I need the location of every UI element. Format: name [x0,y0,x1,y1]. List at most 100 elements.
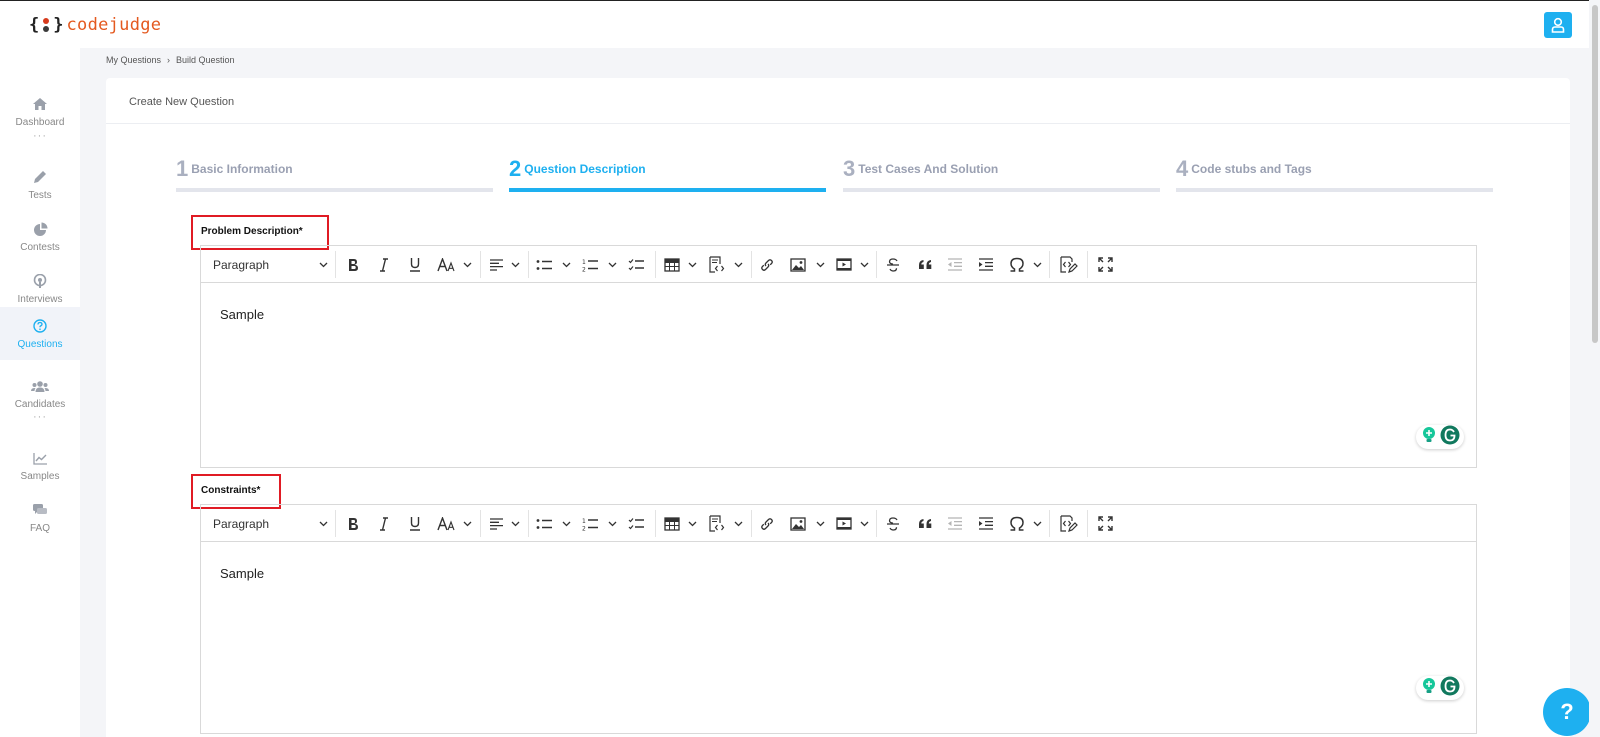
step-progress-bar [176,188,493,192]
numbered-list-button[interactable]: 12 [578,505,602,542]
format-dropdown-button[interactable] [311,505,335,542]
lightbulb-icon[interactable] [1421,426,1437,449]
step-test-cases[interactable]: 3 Test Cases And Solution [843,156,1160,192]
step-progress-bar [843,188,1160,192]
source-edit-button[interactable] [1056,246,1080,283]
grammarly-widget[interactable] [1416,676,1464,700]
link-button[interactable] [755,246,779,283]
step-code-stubs[interactable]: 4 Code stubs and Tags [1176,156,1493,192]
font-size-dropdown-button[interactable] [455,246,479,283]
numbered-list-dropdown-button[interactable] [600,505,624,542]
italic-button[interactable] [372,505,396,542]
user-profile-button[interactable] [1544,12,1572,38]
todo-list-icon [628,258,645,271]
blockquote-button[interactable] [913,246,937,283]
svg-text:1: 1 [582,518,586,525]
grammarly-icon[interactable] [1440,676,1460,701]
bulleted-list-dropdown-button[interactable] [554,246,578,283]
chevron-down-icon [1033,262,1042,268]
blockquote-icon [918,259,933,270]
font-size-dropdown-button[interactable] [455,505,479,542]
code-block-dropdown-button[interactable] [726,505,750,542]
link-button[interactable] [755,505,779,542]
code-block-button[interactable] [704,246,728,283]
image-icon [790,516,806,531]
source-edit-icon [1059,515,1078,532]
todo-list-button[interactable] [624,505,648,542]
align-left-icon [489,517,504,530]
todo-list-button[interactable] [624,246,648,283]
indent-button[interactable] [974,505,998,542]
home-icon [31,95,49,113]
code-block-dropdown-button[interactable] [726,246,750,283]
strikethrough-button[interactable] [881,505,905,542]
constraints-editor: Paragraph 12 Sample [200,504,1477,734]
blockquote-icon [918,518,933,529]
numbered-list-button[interactable]: 12 [578,246,602,283]
breadcrumb-my-questions[interactable]: My Questions [106,55,161,65]
fullscreen-button[interactable] [1093,246,1117,283]
step-basic-information[interactable]: 1 Basic Information [176,156,493,192]
chevron-down-icon [319,262,328,268]
toolbar-separator [655,251,656,278]
blockquote-button[interactable] [913,505,937,542]
insert-image-button[interactable] [786,246,810,283]
chevron-down-icon [608,521,617,527]
sidebar-item-questions[interactable]: Questions [0,307,80,360]
lightbulb-icon[interactable] [1421,677,1437,700]
strikethrough-button[interactable] [881,246,905,283]
source-edit-button[interactable] [1056,505,1080,542]
chevron-down-icon [1033,521,1042,527]
grammarly-widget[interactable] [1416,425,1464,449]
underline-button[interactable] [403,246,427,283]
scrollbar-thumb[interactable] [1592,5,1598,343]
numbered-list-icon: 12 [582,258,599,272]
media-dropdown-button[interactable] [852,246,876,283]
special-characters-dropdown-button[interactable] [1025,246,1049,283]
insert-image-button[interactable] [786,505,810,542]
sidebar-item-tests[interactable]: Tests [0,158,80,211]
chevron-down-icon [463,262,472,268]
italic-button[interactable] [372,246,396,283]
svg-text:1: 1 [582,259,586,266]
breadcrumb: My Questions › Build Question [106,55,235,65]
table-icon [664,516,680,531]
grammarly-icon[interactable] [1440,425,1460,450]
table-dropdown-button[interactable] [680,505,704,542]
media-dropdown-button[interactable] [852,505,876,542]
sidebar-item-contests[interactable]: Contests [0,210,80,263]
bulleted-list-button[interactable] [532,246,556,283]
numbered-list-dropdown-button[interactable] [600,246,624,283]
bulleted-list-button[interactable] [532,505,556,542]
podcast-icon [31,272,49,290]
help-button[interactable]: ? [1543,688,1591,736]
indent-button[interactable] [974,246,998,283]
toolbar-separator [876,251,877,278]
outdent-button[interactable] [943,246,967,283]
table-dropdown-button[interactable] [680,246,704,283]
bulleted-list-dropdown-button[interactable] [554,505,578,542]
bold-button[interactable] [341,246,365,283]
format-dropdown-button[interactable] [311,246,335,283]
link-icon [760,258,774,272]
code-block-button[interactable] [704,505,728,542]
problem-description-content[interactable]: Sample [201,283,1476,346]
link-icon [760,517,774,531]
fullscreen-button[interactable] [1093,505,1117,542]
special-characters-dropdown-button[interactable] [1025,505,1049,542]
image-dropdown-button[interactable] [808,505,832,542]
align-dropdown-button[interactable] [503,505,527,542]
chevron-down-icon [608,262,617,268]
outdent-button[interactable] [943,505,967,542]
bold-button[interactable] [341,505,365,542]
users-icon [31,377,49,395]
image-dropdown-button[interactable] [808,246,832,283]
sidebar-item-faq[interactable]: FAQ [0,491,80,544]
underline-button[interactable] [403,505,427,542]
svg-text:2: 2 [582,266,586,272]
align-dropdown-button[interactable] [503,246,527,283]
constraints-content[interactable]: Sample [201,542,1476,605]
codejudge-logo[interactable]: { } codejudge [29,15,161,35]
step-question-description[interactable]: 2 Question Description [509,156,826,192]
sidebar-item-samples[interactable]: Samples [0,439,80,492]
